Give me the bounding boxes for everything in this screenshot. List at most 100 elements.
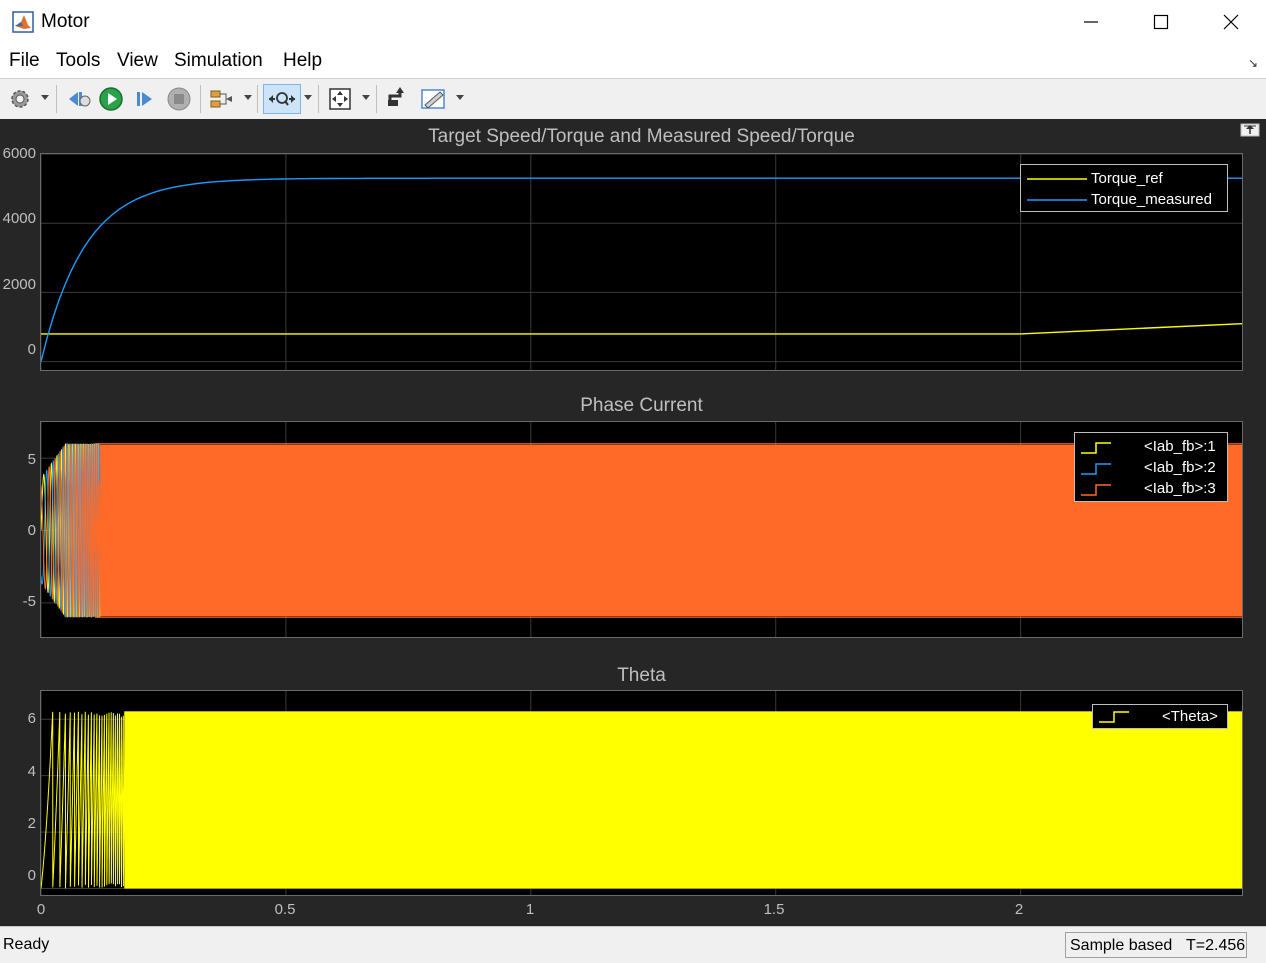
close-icon [1223, 14, 1239, 30]
series-band-iab-fb-3 [94, 444, 1242, 617]
x-tick-label: 2 [1014, 901, 1024, 918]
toolbar-separator [200, 85, 201, 113]
legend-label: Torque_measured [1091, 191, 1212, 208]
signal-selector-button[interactable] [207, 84, 235, 114]
menu-tools[interactable]: Tools [56, 50, 100, 72]
x-tick-label: 0.5 [274, 901, 296, 918]
legend-step-swatch [1099, 711, 1129, 723]
status-text: Ready [3, 936, 50, 953]
legend-label: <Theta> [1162, 708, 1218, 725]
step-back-icon [69, 92, 91, 107]
style-icon [421, 89, 445, 109]
fit-view-button[interactable] [325, 84, 355, 114]
series-line-torque_ref [41, 322, 1242, 335]
plot2-legend[interactable]: <Iab_fb>:1 <Iab_fb>:2 <Iab_fb>:3 [1074, 432, 1228, 502]
plot1-ytick: 0 [27, 341, 36, 358]
legend-step-swatch [1081, 442, 1111, 454]
stop-icon [167, 87, 191, 111]
plot3-axes[interactable]: <Theta> [40, 690, 1243, 896]
plot3-ytick: 2 [27, 815, 36, 832]
stop-button[interactable] [165, 84, 193, 114]
window-titlebar: Motor [0, 0, 1266, 44]
legend-entry: <Iab_fb>:1 [1075, 437, 1227, 458]
plot3-ytick: 6 [27, 710, 36, 727]
legend-label: <Iab_fb>:3 [1144, 480, 1216, 497]
minimize-icon [1084, 21, 1098, 23]
legend-entry: <Iab_fb>:2 [1075, 458, 1227, 479]
maximize-icon [1153, 14, 1169, 30]
legend-step-swatch [1081, 484, 1111, 496]
close-button[interactable] [1196, 0, 1266, 44]
plot1-axes[interactable]: Torque_ref Torque_measured [40, 153, 1243, 371]
legend-entry: Torque_ref [1021, 168, 1227, 189]
legend-line-swatch [1027, 178, 1087, 180]
legend-entry: <Theta> [1093, 707, 1227, 728]
signal-selector-icon [210, 90, 232, 108]
zoom-dropdown-icon[interactable] [304, 95, 312, 100]
run-icon [99, 87, 123, 111]
plot1-ytick: 2000 [2, 276, 36, 293]
fit-view-icon [329, 88, 351, 110]
settings-dropdown-icon[interactable] [41, 95, 49, 100]
plot1-ytick: 4000 [2, 210, 36, 227]
toolbar [0, 78, 1266, 120]
sample-mode-label: Sample based [1070, 937, 1173, 954]
plot1-title: Target Speed/Torque and Measured Speed/T… [428, 126, 855, 147]
plot1-legend[interactable]: Torque_ref Torque_measured [1020, 164, 1228, 212]
plot2-ytick: 0 [27, 522, 36, 539]
maximize-button[interactable] [1126, 0, 1196, 44]
legend-step-swatch [1081, 463, 1111, 475]
step-forward-icon [137, 92, 152, 106]
status-info-box: Sample based T=2.456 [1065, 932, 1247, 958]
toolbar-separator [56, 85, 57, 113]
legend-label: Torque_ref [1091, 170, 1163, 187]
sim-time-label: T=2.456 [1186, 937, 1246, 954]
run-button[interactable] [97, 84, 125, 114]
legend-label: <Iab_fb>:2 [1144, 459, 1216, 476]
step-forward-button[interactable] [131, 84, 159, 114]
highlight-simulink-button[interactable] [383, 84, 411, 114]
toolbar-separator [318, 85, 319, 113]
plot3-ytick: 4 [27, 763, 36, 780]
window-title: Motor [41, 11, 90, 32]
style-dropdown-icon[interactable] [456, 95, 464, 100]
x-tick-label: 0 [36, 901, 46, 918]
minimize-button[interactable] [1056, 0, 1126, 44]
x-tick-label: 1 [525, 901, 535, 918]
plot2-ytick: -5 [22, 593, 36, 610]
zoom-icon [269, 92, 295, 106]
plot2-ytick: 5 [27, 451, 36, 468]
menu-view[interactable]: View [117, 50, 158, 72]
legend-entry: Torque_measured [1021, 189, 1227, 210]
status-bar: Ready Sample based T=2.456 [0, 926, 1266, 963]
settings-button[interactable] [6, 84, 34, 114]
highlight-simulink-icon [388, 87, 404, 106]
legend-entry: <Iab_fb>:3 [1075, 479, 1227, 500]
menu-bar: File Tools View Simulation Help ↘ [0, 44, 1266, 78]
plot2-axes[interactable]: <Iab_fb>:1 <Iab_fb>:2 <Iab_fb>:3 [40, 421, 1243, 638]
menu-help[interactable]: Help [283, 50, 322, 72]
undock-layout-icon[interactable] [1240, 123, 1260, 137]
x-tick-label: 1.5 [763, 901, 785, 918]
undock-arrow-icon[interactable]: ↘ [1248, 56, 1258, 70]
settings-gear-icon [11, 90, 29, 108]
menu-simulation[interactable]: Simulation [174, 50, 263, 72]
scope-display: Target Speed/Torque and Measured Speed/T… [0, 119, 1266, 926]
fit-view-dropdown-icon[interactable] [362, 95, 370, 100]
matlab-logo-icon [12, 11, 34, 33]
plot3-ytick: 0 [27, 867, 36, 884]
zoom-button[interactable] [263, 84, 301, 114]
plot3-legend[interactable]: <Theta> [1092, 704, 1228, 729]
menu-file[interactable]: File [9, 50, 40, 72]
toolbar-separator [376, 85, 377, 113]
legend-line-swatch [1027, 199, 1087, 201]
series-band-theta [124, 711, 1242, 889]
style-button[interactable] [418, 84, 450, 114]
toolbar-separator [257, 85, 258, 113]
plot1-ytick: 6000 [2, 145, 36, 162]
plot3-title: Theta [617, 665, 666, 686]
step-back-button[interactable] [64, 84, 92, 114]
legend-label: <Iab_fb>:1 [1144, 438, 1216, 455]
signal-selector-dropdown-icon[interactable] [244, 95, 252, 100]
plot2-title: Phase Current [580, 395, 703, 416]
